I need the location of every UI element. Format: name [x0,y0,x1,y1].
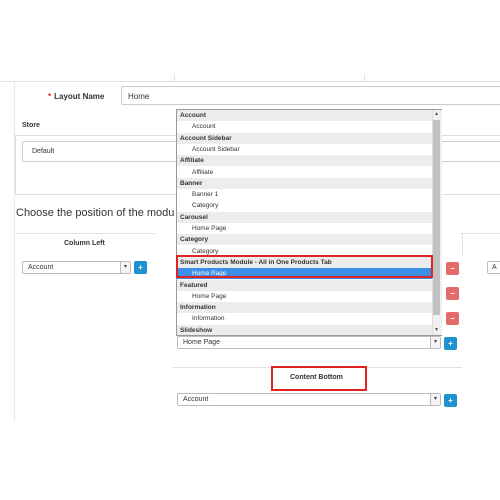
top-divider [0,81,500,82]
module-dropdown-list[interactable]: Account Account Account Sidebar Account Sid… [176,109,442,336]
column-right-divider [460,233,500,234]
position-title: Choose the position of the modu [16,207,175,219]
dropdown-option[interactable]: Account Sidebar [177,143,433,155]
dropdown-option[interactable]: Account [177,121,433,133]
layout-name-label: * Layout Name [48,92,104,101]
dropdown-option[interactable]: Category [177,200,433,212]
delete-button[interactable]: − [446,262,459,275]
content-bottom-select-value: Account [183,396,209,403]
highlight-box-smart-products [176,255,433,278]
ruler-tick [174,75,175,81]
dropdown-option[interactable]: Home Page [177,290,433,302]
chevron-down-icon: ▾ [430,337,440,348]
content-bottom-add-button[interactable]: + [444,394,457,407]
store-label: Store [22,122,40,129]
dropdown-group-label: Affiliate [177,155,433,167]
dropdown-group-label: Information [177,302,433,314]
column-left-title: Column Left [64,240,105,247]
content-top-select-value: Home Page [183,339,220,346]
delete-button[interactable]: − [446,287,459,300]
highlight-box-content-bottom [271,366,367,391]
chevron-down-icon: ▾ [430,394,440,405]
content-bottom-select[interactable]: Account ▾ [177,393,441,406]
dropdown-group-label: Category [177,234,433,246]
dropdown-group-label: Account [177,110,433,121]
dropdown-group-label: Carousel [177,211,433,223]
content-top-select[interactable]: Home Page ▾ [177,336,441,349]
delete-button[interactable]: − [446,312,459,325]
dropdown-scroll-thumb[interactable] [433,120,440,315]
column-right-select[interactable]: A [487,261,500,274]
dropdown-group-label: Slideshow [177,324,433,335]
dropdown-group-label: Featured [177,279,433,291]
column-left-add-button[interactable]: + [134,261,147,274]
ruler-tick [364,75,365,81]
dropdown-group-label: Account Sidebar [177,132,433,144]
column-left-select[interactable]: Account ▾ [22,261,131,274]
dropdown-group-label: Banner [177,177,433,189]
column-right-edge [462,233,463,255]
chevron-down-icon[interactable]: ▾ [432,326,441,335]
layout-name-input[interactable]: Home [121,86,500,105]
column-left-select-value: Account [28,264,54,271]
dropdown-option[interactable]: Home Page [177,223,433,234]
dropdown-option[interactable]: Affiliate [177,166,433,178]
layout-name-text: Layout Name [54,92,105,101]
dropdown-option[interactable]: Information [177,313,433,325]
chevron-down-icon: ▾ [120,262,130,273]
required-mark: * [48,92,52,101]
dropdown-option[interactable]: Banner 1 [177,189,433,201]
content-top-add-button[interactable]: + [444,337,457,350]
chevron-up-icon[interactable]: ▴ [432,110,441,119]
